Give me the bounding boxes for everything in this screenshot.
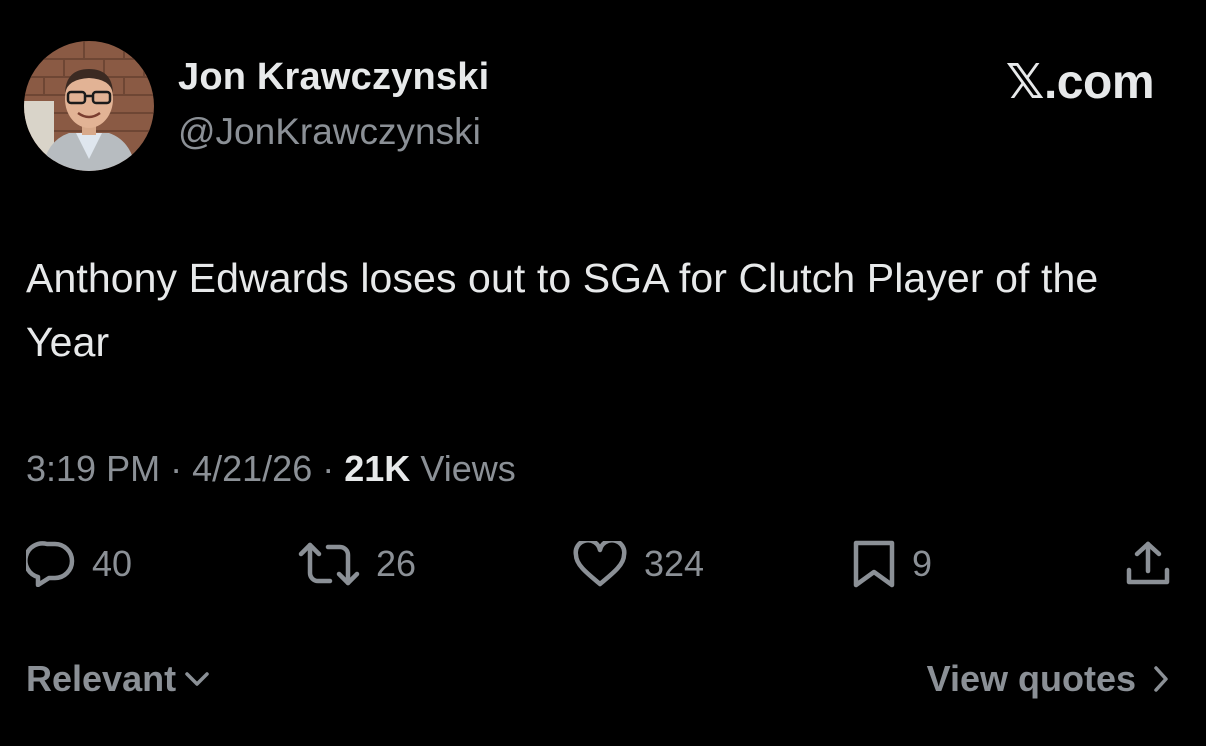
share-icon <box>1126 541 1170 585</box>
tweet-text: Anthony Edwards loses out to SGA for Clu… <box>26 255 1099 365</box>
reply-button[interactable]: 40 <box>26 538 132 590</box>
chevron-down-icon <box>185 672 209 686</box>
meta-separator: · <box>170 448 183 489</box>
sort-label: Relevant <box>26 658 177 699</box>
author-handle[interactable]: @JonKrawczynski <box>178 111 481 153</box>
meta-separator: · <box>322 448 335 489</box>
tweet-date[interactable]: 4/21/26 <box>192 448 312 489</box>
profile-photo-image <box>24 41 154 171</box>
bookmark-icon <box>853 540 895 588</box>
repost-icon <box>298 542 360 586</box>
bookmark-count: 9 <box>912 543 933 584</box>
x-logo-label: 𝕏.com <box>1005 56 1155 109</box>
heart-icon <box>573 541 627 587</box>
tweet-time[interactable]: 3:19 PM <box>26 448 160 489</box>
bookmark-button[interactable]: 9 <box>852 538 932 590</box>
views-label: Views <box>420 448 516 489</box>
views-count: 21K <box>344 448 411 489</box>
view-quotes-link[interactable]: View quotes <box>927 658 1170 700</box>
reply-icon <box>26 541 75 587</box>
view-quotes-label: View quotes <box>926 658 1136 699</box>
sort-replies-dropdown[interactable]: Relevant <box>26 658 210 700</box>
author-display-name[interactable]: Jon Krawczynski <box>178 56 489 99</box>
repost-count: 26 <box>376 543 417 584</box>
chevron-right-icon <box>1154 666 1168 692</box>
repost-button[interactable]: 26 <box>298 538 416 590</box>
like-count: 324 <box>644 543 705 584</box>
reply-count: 40 <box>92 543 133 584</box>
share-button[interactable] <box>1124 538 1172 590</box>
like-button[interactable]: 324 <box>572 538 704 590</box>
tweet-meta: 3:19 PM · 4/21/26 · 21K Views <box>26 448 516 490</box>
avatar[interactable] <box>24 41 154 171</box>
